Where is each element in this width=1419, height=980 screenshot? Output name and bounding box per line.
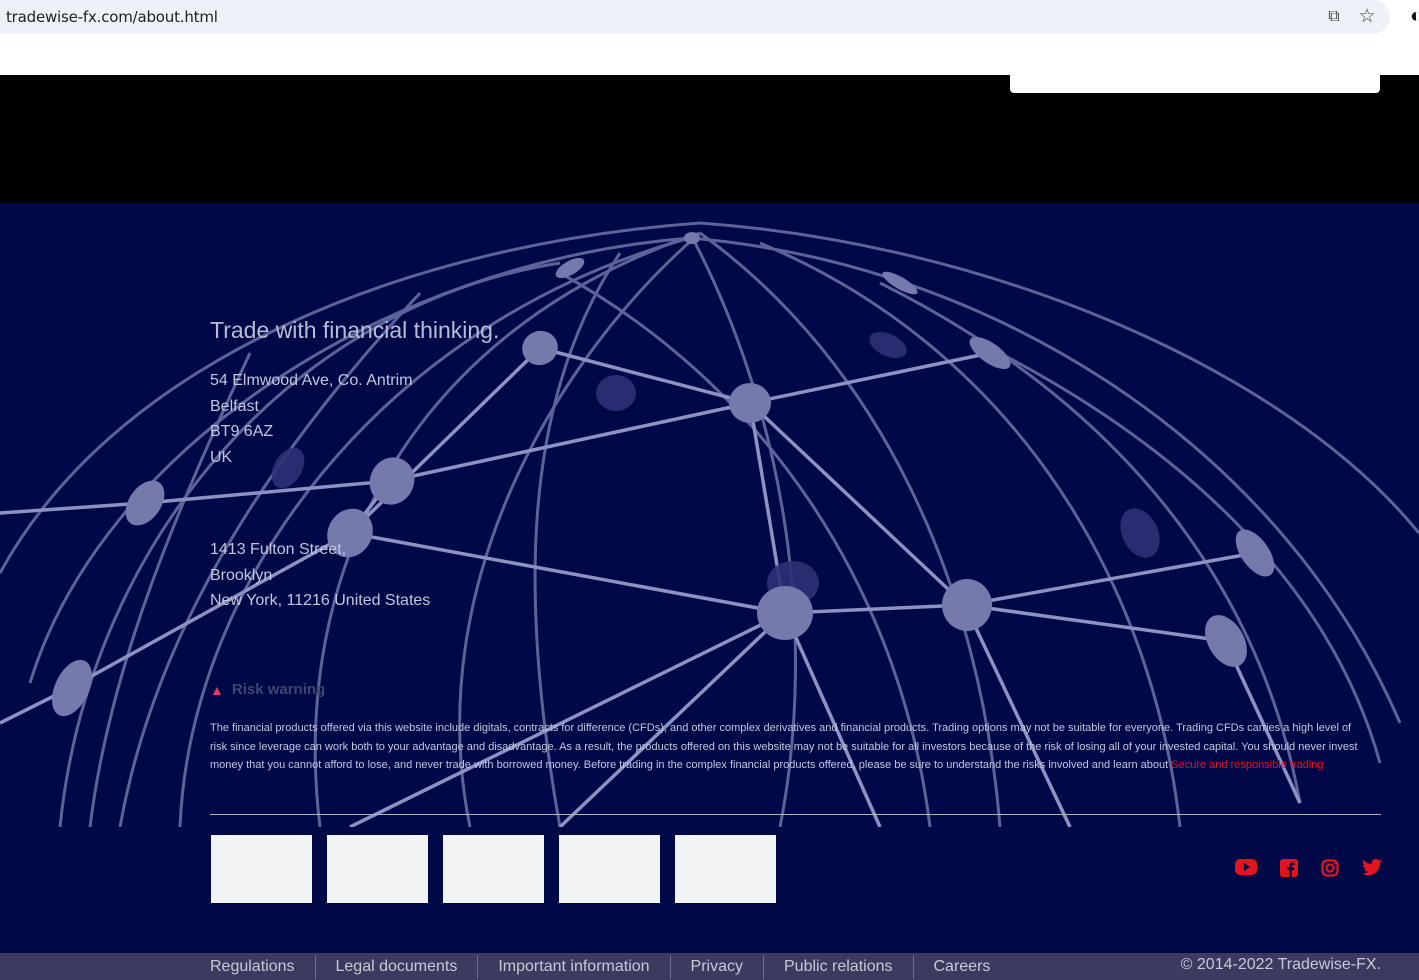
risk-warning-heading: ▲ Risk warning	[210, 681, 325, 698]
copyright-text: © 2014-2022 Tradewise-FX.	[1180, 956, 1381, 973]
profile-icon[interactable]: ◐	[1406, 6, 1419, 26]
page-header-strip	[0, 34, 1419, 75]
bottom-nav-bar: Regulations Legal documents Important in…	[0, 953, 1419, 980]
site-footer: Trade with financial thinking. 54 Elmwoo…	[0, 203, 1419, 953]
legal-nav: Regulations Legal documents Important in…	[210, 953, 1010, 980]
partner-logo	[211, 835, 312, 903]
address-line: UK	[210, 448, 233, 466]
address-line: Belfast	[210, 397, 259, 415]
secure-trading-link[interactable]: Secure and responsible trading	[1171, 759, 1323, 771]
risk-warning-label: Risk warning	[231, 681, 326, 698]
address-us: 1413 Fulton Street, Brooklyn New York, 1…	[210, 537, 430, 614]
nav-regulations[interactable]: Regulations	[210, 954, 316, 979]
address-bar[interactable]: tradewise-fx.com/about.html	[0, 0, 1390, 34]
address-line: Brooklyn	[210, 566, 273, 584]
address-line: 1413 Fulton Street,	[210, 541, 347, 558]
address-uk: 54 Elmwood Ave, Co. Antrim Belfast BT9 6…	[210, 368, 412, 470]
partner-logo	[327, 835, 428, 903]
partner-logo	[559, 835, 660, 903]
nav-careers[interactable]: Careers	[914, 955, 1011, 979]
star-icon[interactable]: ☆	[1357, 7, 1377, 27]
footer-title: Trade with financial thinking.	[210, 317, 500, 343]
url-text[interactable]: tradewise-fx.com/about.html	[6, 8, 218, 26]
twitter-icon[interactable]	[1361, 859, 1383, 881]
instagram-icon[interactable]	[1319, 859, 1341, 882]
translate-icon[interactable]: ⧉	[1324, 7, 1344, 27]
nav-privacy[interactable]: Privacy	[671, 954, 764, 979]
browser-chrome: tradewise-fx.com/about.html ⧉ ☆ ◐	[0, 0, 1419, 34]
partner-logo	[443, 835, 544, 903]
nav-public-relations[interactable]: Public relations	[764, 954, 914, 979]
partner-logo	[675, 835, 776, 903]
dropdown-panel	[1010, 75, 1380, 93]
nav-legal-documents[interactable]: Legal documents	[316, 954, 479, 979]
hero-band	[0, 75, 1419, 203]
youtube-icon[interactable]	[1235, 859, 1257, 880]
address-line: BT9 6AZ	[210, 423, 274, 440]
nav-important-information[interactable]: Important information	[478, 954, 671, 979]
footer-divider	[210, 814, 1381, 815]
address-line: New York, 11216 United States	[210, 592, 431, 609]
facebook-icon[interactable]	[1278, 859, 1300, 882]
address-line: 54 Elmwood Ave, Co. Antrim	[210, 372, 413, 389]
warning-triangle-icon: ▲	[210, 681, 224, 698]
risk-warning-text: The financial products offered via this …	[210, 719, 1370, 775]
